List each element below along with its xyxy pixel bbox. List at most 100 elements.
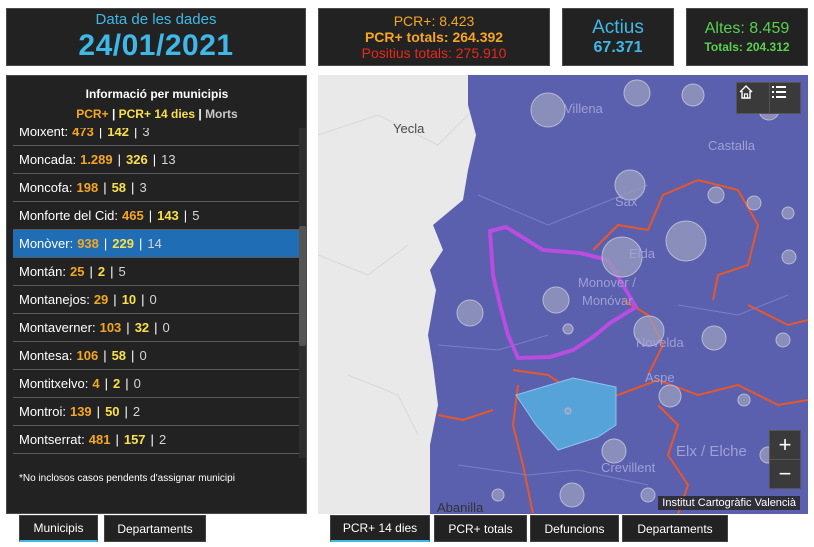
municipi-name: Monòver:: [19, 236, 74, 251]
tab-defuncions[interactable]: Defuncions: [530, 515, 619, 542]
municipi-name: Montroi:: [19, 404, 66, 419]
list-scroll-thumb[interactable]: [299, 226, 306, 346]
legend-sep: |: [111, 107, 116, 121]
date-panel: Data de les dades 24/01/2021: [6, 8, 306, 66]
separator: |: [141, 292, 145, 307]
map-view[interactable]: Yecla Villena Castalla Sax Elda Monover …: [318, 75, 808, 514]
municipi-morts: 5: [192, 208, 200, 223]
list-item[interactable]: Montroi: 139 | 50 | 2: [13, 398, 300, 426]
separator: |: [139, 236, 143, 251]
tab-municipis[interactable]: Municipis: [19, 515, 98, 542]
map-label-castalla: Castalla: [708, 138, 755, 153]
separator: |: [103, 180, 107, 195]
separator: |: [150, 432, 154, 447]
tab-departaments-list[interactable]: Departaments: [104, 515, 206, 542]
separator: |: [110, 264, 114, 279]
map-label-yecla: Yecla: [393, 121, 425, 136]
separator: |: [131, 348, 135, 363]
municipi-pcr: 106: [76, 348, 99, 363]
municipi-name: Moncofa:: [19, 180, 73, 195]
legend-list-button[interactable]: [769, 82, 801, 114]
zoom-in-button[interactable]: +: [769, 430, 801, 460]
list-item[interactable]: Moncada: 1.289 | 326 | 13: [13, 146, 300, 174]
home-button[interactable]: [736, 82, 770, 114]
actius-label: Actius: [592, 17, 644, 38]
municipi-pcr14: 326: [126, 152, 148, 167]
municipi-pcr: 938: [77, 236, 99, 251]
municipis-list[interactable]: Moixent: 473 | 142 | 3 Moncada: 1.289 | 326 | 13 Mon…: [13, 128, 300, 458]
municipi-morts: 2: [132, 404, 141, 419]
municipis-note: *No inclosos casos pendents d'assignar m…: [19, 473, 235, 484]
municipi-morts: 14: [147, 236, 162, 251]
separator: |: [124, 404, 128, 419]
municipi-pcr14: 143: [157, 208, 179, 223]
municipi-pcr: 465: [122, 208, 144, 223]
list-item[interactable]: Monforte del Cid: 465 | 143 | 5: [13, 202, 300, 230]
list-item[interactable]: Montitxelvo: 4 | 2 | 0: [13, 370, 300, 398]
list-item[interactable]: Montanejos: 29 | 10 | 0: [13, 286, 300, 314]
list-item[interactable]: Montán: 25 | 2 | 5: [13, 258, 300, 286]
home-icon: [739, 85, 753, 99]
municipi-pcr14: 142: [107, 128, 129, 139]
date-value: 24/01/2021: [78, 29, 234, 62]
municipi-pcr: 473: [72, 128, 94, 139]
map-label-monovar: Monóvar: [582, 293, 633, 308]
pcr-summary-panel: PCR+: 8.423 PCR+ totals: 264.392 Positiu…: [318, 8, 550, 66]
list-item[interactable]: Moncofa: 198 | 58 | 3: [13, 174, 300, 202]
municipi-morts: 3: [139, 180, 147, 195]
list-icon: [772, 86, 786, 98]
separator: |: [125, 376, 129, 391]
municipi-pcr: 1.289: [80, 152, 113, 167]
zoom-out-button[interactable]: −: [769, 459, 801, 489]
legend-pcr14: PCR+ 14 dies: [118, 107, 196, 121]
list-item[interactable]: Montserrat: 481 | 157 | 2: [13, 426, 300, 454]
tab-pcr-14-dies[interactable]: PCR+ 14 dies: [330, 515, 430, 542]
municipis-panel: Informació per municipis PCR+ | PCR+ 14 …: [6, 75, 307, 514]
separator: |: [133, 128, 138, 139]
positius-totals: Positius totals: 275.910: [361, 45, 507, 61]
municipi-pcr: 481: [88, 432, 111, 447]
list-item[interactable]: Montaverner: 103 | 32 | 0: [13, 314, 300, 342]
municipi-pcr: 198: [76, 180, 99, 195]
altes-panel: Altes: 8.459 Totals: 204.312: [686, 8, 808, 66]
municipi-morts: 2: [158, 432, 167, 447]
legend-pcr: PCR+: [76, 107, 109, 121]
municipis-legend: PCR+ | PCR+ 14 dies | Morts: [7, 107, 307, 121]
separator: |: [183, 208, 188, 223]
municipi-pcr14: 2: [97, 264, 106, 279]
map-label-aspe: Aspe: [645, 370, 675, 385]
altes-daily: Altes: 8.459: [704, 20, 790, 37]
separator: |: [152, 152, 157, 167]
municipi-pcr14: 2: [113, 376, 121, 391]
municipi-pcr: 25: [69, 264, 85, 279]
map-label-abanilla: Abanilla: [437, 500, 484, 514]
list-item[interactable]: Monòver: 938 | 229 | 14: [13, 230, 300, 258]
municipi-pcr: 103: [99, 320, 122, 335]
municipi-morts: 0: [133, 376, 141, 391]
tab-pcr-totals[interactable]: PCR+ totals: [434, 515, 527, 542]
municipi-pcr14: 32: [134, 320, 150, 335]
municipi-name: Monforte del Cid:: [19, 208, 118, 223]
municipis-title: Informació per municipis: [85, 87, 229, 101]
municipi-pcr14: 10: [121, 292, 137, 307]
date-label: Data de les dades: [95, 11, 217, 28]
map-label-novelda: Novelda: [636, 335, 684, 350]
map-label-monover: Monover /: [578, 275, 636, 290]
municipi-name: Montaverner:: [19, 320, 96, 335]
separator: |: [117, 152, 122, 167]
municipi-pcr14: 157: [123, 432, 146, 447]
list-item[interactable]: Moixent: 473 | 142 | 3: [13, 128, 300, 146]
tab-departaments-map[interactable]: Departaments: [622, 515, 728, 542]
list-item[interactable]: Montesa: 106 | 58 | 0: [13, 342, 300, 370]
map-label-villena: Villena: [564, 101, 603, 116]
municipi-pcr14: 58: [111, 180, 127, 195]
separator: |: [148, 208, 153, 223]
separator: |: [131, 180, 135, 195]
separator: |: [115, 432, 119, 447]
municipi-morts: 0: [162, 320, 170, 335]
municipi-pcr14: 229: [112, 236, 134, 251]
municipi-pcr14: 58: [111, 348, 127, 363]
municipi-name: Montán:: [19, 264, 66, 279]
municipi-name: Montitxelvo:: [19, 376, 89, 391]
municipi-morts: 0: [139, 348, 147, 363]
